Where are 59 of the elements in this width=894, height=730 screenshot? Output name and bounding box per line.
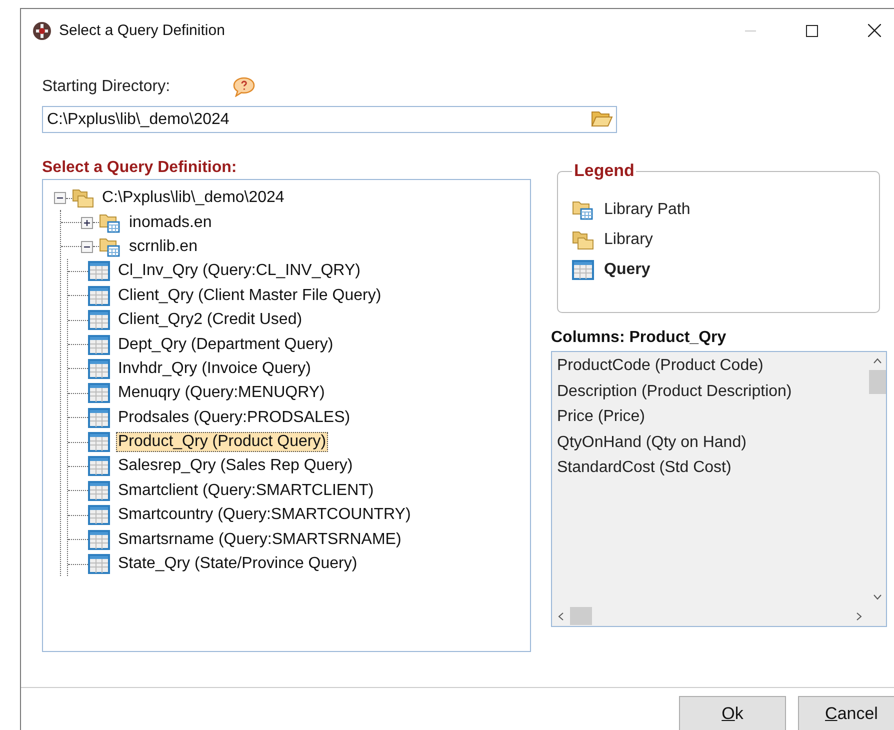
column-item[interactable]: ProductCode (Product Code)	[557, 357, 863, 382]
table-icon	[88, 554, 110, 574]
table-icon	[572, 260, 594, 280]
table-icon	[88, 408, 110, 428]
column-item[interactable]: StandardCost (Std Cost)	[557, 459, 863, 484]
tree-item[interactable]: Smartsrname (Query:SMARTSRNAME)	[116, 530, 404, 550]
folder-table-icon	[99, 212, 121, 233]
tree-item[interactable]: Menuqry (Query:MENUQRY)	[116, 383, 327, 404]
folders-icon	[72, 188, 94, 208]
folder-table-icon	[99, 236, 121, 257]
columns-title: Columns: Product_Qry	[551, 329, 728, 347]
app-logo-icon	[32, 20, 52, 40]
legend-title: Legend	[573, 161, 636, 181]
help-bubble-icon[interactable]	[233, 77, 255, 97]
tree-item[interactable]: Product_Qry (Product Query)	[116, 432, 328, 452]
column-item[interactable]: QtyOnHand (Qty on Hand)	[557, 434, 863, 459]
legend-label: Library	[604, 231, 653, 249]
scroll-thumb[interactable]	[570, 607, 592, 625]
table-icon	[88, 480, 110, 501]
tree-item[interactable]: Client_Qry2 (Credit Used)	[116, 310, 304, 330]
table-icon	[88, 383, 110, 404]
table-icon	[88, 530, 110, 550]
table-icon	[88, 310, 110, 330]
tree-item[interactable]: inomads.en	[127, 212, 214, 233]
tree-item[interactable]: Smartcountry (Query:SMARTCOUNTRY)	[116, 505, 413, 526]
scroll-thumb[interactable]	[868, 370, 886, 394]
cancel-button[interactable]: Cancel	[798, 696, 894, 730]
legend-label: Library Path	[604, 201, 690, 219]
tree-item[interactable]: C:\Pxplus\lib\_demo\2024	[100, 188, 286, 208]
table-icon	[88, 358, 110, 379]
table-icon	[88, 334, 110, 355]
table-icon	[88, 456, 110, 476]
collapse-icon[interactable]	[81, 240, 93, 253]
folder-table-icon	[572, 200, 594, 220]
field-label: Starting Directory:	[42, 78, 172, 96]
directory-field[interactable]: C:\Pxplus\lib\_demo\2024	[42, 106, 617, 133]
table-icon	[88, 432, 110, 452]
column-item[interactable]: Description (Product Description)	[557, 382, 863, 408]
ok-button[interactable]: Ok	[679, 696, 786, 730]
tree-item[interactable]: Cl_Inv_Qry (Query:CL_INV_QRY)	[116, 261, 362, 282]
table-icon	[88, 505, 110, 526]
expand-icon[interactable]	[81, 216, 93, 229]
collapse-icon[interactable]	[54, 192, 66, 204]
tree-item[interactable]: Prodsales (Query:PRODSALES)	[116, 408, 352, 428]
column-item[interactable]: Price (Price)	[557, 408, 863, 434]
legend-label: Query	[604, 261, 650, 279]
open-folder-icon[interactable]	[591, 110, 613, 128]
tree-item[interactable]: Smartclient (Query:SMARTCLIENT)	[116, 480, 376, 501]
tree-item[interactable]: Dept_Qry (Department Query)	[116, 334, 336, 355]
tree-item[interactable]: Invhdr_Qry (Invoice Query)	[116, 358, 313, 379]
tree-item[interactable]: Salesrep_Qry (Sales Rep Query)	[116, 456, 355, 476]
table-icon	[88, 286, 110, 306]
window-title: Select a Query Definition	[59, 22, 226, 39]
tree-item[interactable]: Client_Qry (Client Master File Query)	[116, 286, 384, 306]
folders-icon	[572, 230, 594, 250]
tree-item[interactable]: scrnlib.en	[127, 236, 200, 257]
section-title: Select a Query Definition:	[42, 159, 238, 177]
table-icon	[88, 261, 110, 282]
tree-item[interactable]: State_Qry (State/Province Query)	[116, 554, 360, 574]
